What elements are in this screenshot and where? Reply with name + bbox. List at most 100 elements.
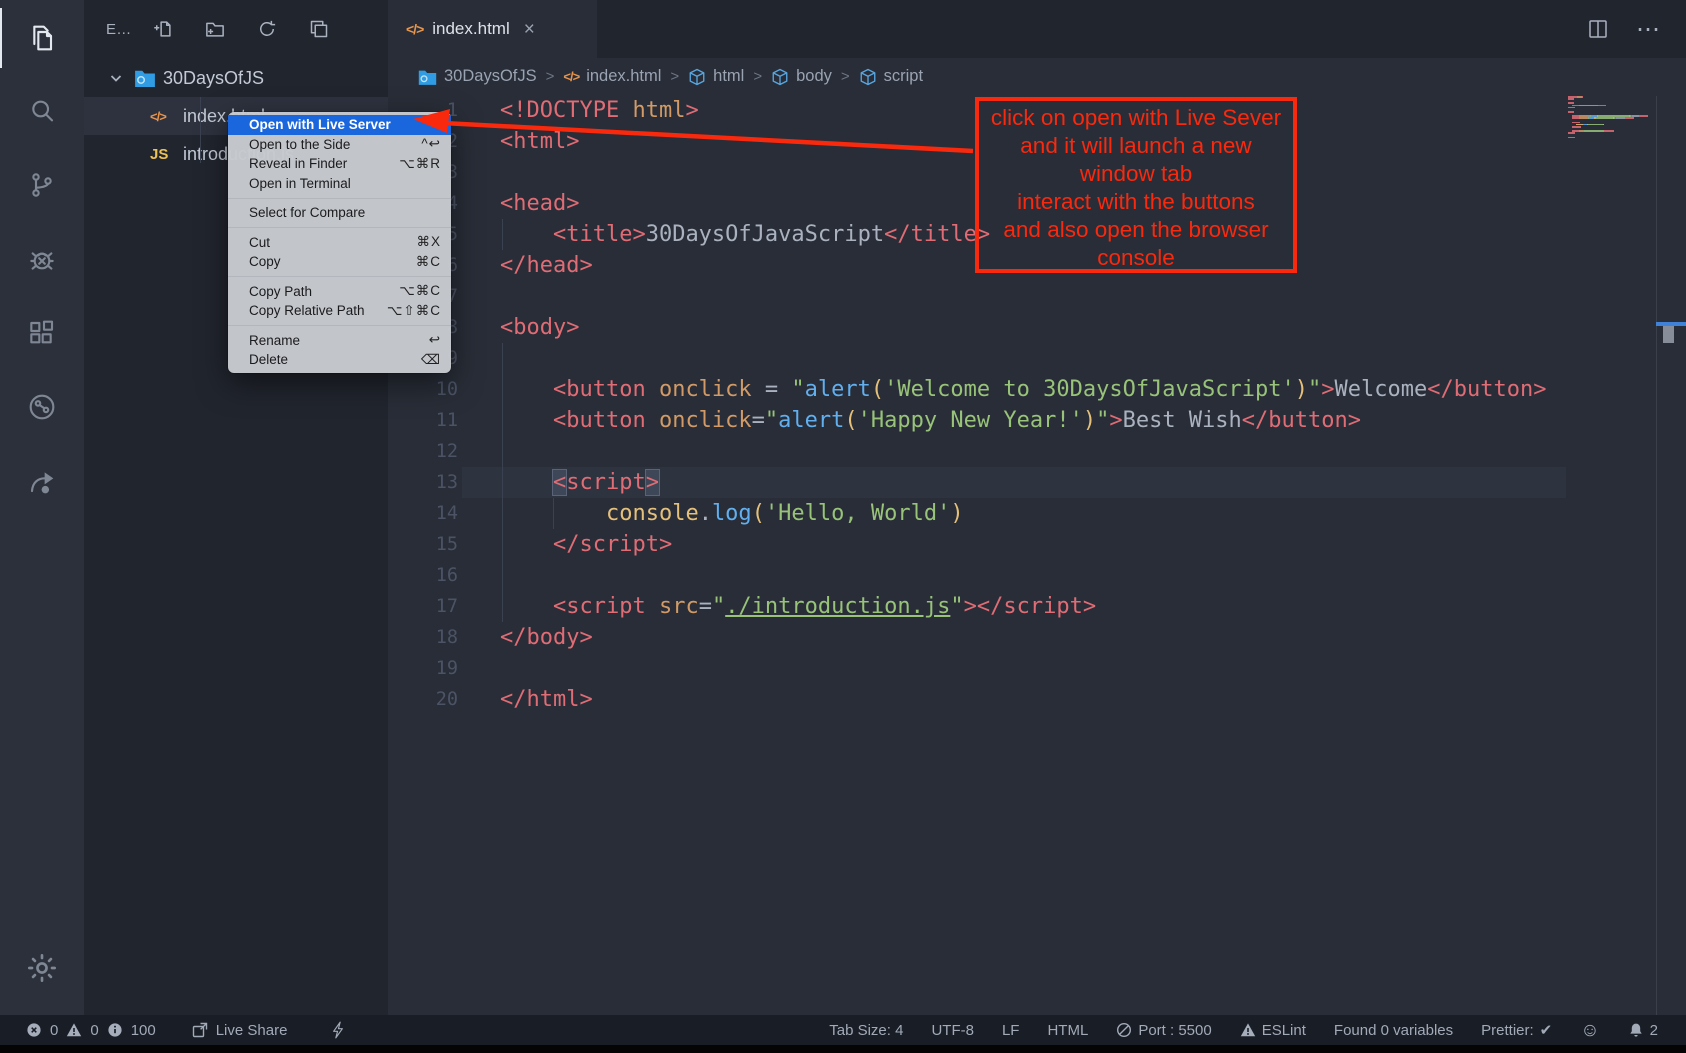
activity-search-icon[interactable] — [0, 81, 84, 141]
menu-item-copy[interactable]: Copy⌘C — [228, 252, 451, 272]
minimap[interactable] — [1568, 96, 1654, 139]
menu-item-reveal-in-finder[interactable]: Reveal in Finder⌥⌘R — [228, 154, 451, 174]
activity-publish-icon[interactable] — [0, 451, 84, 511]
window-bottom-edge — [0, 1045, 1686, 1053]
bell-icon — [1628, 1022, 1644, 1039]
breadcrumb-separator: > — [537, 68, 564, 85]
collapse-all-icon[interactable] — [308, 18, 330, 40]
line-number: 11 — [388, 405, 462, 436]
menu-item-select-for-compare[interactable]: Select for Compare — [228, 203, 451, 223]
menu-item-label: Open to the Side — [249, 137, 350, 152]
code-line-9: 9 — [388, 343, 1686, 374]
minimap-line — [1568, 137, 1654, 139]
menu-item-delete[interactable]: Delete ⌫ — [228, 350, 451, 370]
menu-item-cut[interactable]: Cut⌘X — [228, 233, 451, 253]
menu-item-label: Select for Compare — [249, 205, 365, 220]
line-number: 13 — [388, 467, 462, 498]
menu-item-shortcut: ⌫ — [421, 352, 441, 368]
refresh-icon[interactable] — [256, 18, 278, 40]
annotation-text: console — [979, 244, 1293, 272]
new-folder-icon[interactable] — [204, 18, 226, 40]
activity-extensions-icon[interactable] — [0, 303, 84, 363]
code-text: </html> — [500, 684, 593, 715]
breadcrumb-label: script — [884, 67, 923, 86]
port-icon — [1116, 1022, 1132, 1038]
status-tab-size[interactable]: Tab Size: 4 — [829, 1022, 903, 1039]
code-text: </body> — [500, 622, 593, 653]
menu-separator — [228, 276, 451, 277]
breadcrumb-item-30daysofjs[interactable]: 30DaysOfJS — [418, 67, 537, 86]
explorer-header: E… — [84, 12, 388, 46]
menu-item-open-to-the-side[interactable]: Open to the Side^↩ — [228, 135, 451, 155]
menu-item-shortcut: ⌥⌘C — [399, 283, 441, 299]
status-eslint[interactable]: ESLint — [1240, 1022, 1306, 1039]
menu-item-label: Reveal in Finder — [249, 156, 347, 171]
tab-index-html[interactable]: </> index.html × — [388, 0, 597, 58]
breadcrumb-item-html[interactable]: html — [688, 67, 744, 86]
menu-item-open-in-terminal[interactable]: Open in Terminal — [228, 174, 451, 194]
code-text: <script> — [500, 467, 659, 498]
activity-run-debug-icon[interactable] — [0, 229, 84, 289]
overview-ruler-border — [1656, 96, 1657, 1015]
code-text: <button onclick = "alert('Welcome to 30D… — [500, 374, 1546, 405]
status-label: 2 — [1650, 1022, 1658, 1039]
status-label: UTF-8 — [931, 1022, 974, 1039]
activity-live-share-icon[interactable] — [0, 377, 84, 437]
activity-explorer-icon[interactable] — [0, 8, 84, 68]
menu-item-copy-relative-path[interactable]: Copy Relative Path⌥⇧⌘C — [228, 301, 451, 321]
menu-separator — [228, 325, 451, 326]
code-text: <head> — [500, 188, 579, 219]
warning-icon — [66, 1022, 82, 1038]
status-eol[interactable]: LF — [1002, 1022, 1020, 1039]
status-variables[interactable]: Found 0 variables — [1334, 1022, 1453, 1039]
menu-item-label: Delete — [249, 352, 288, 367]
status-label: 0 — [90, 1022, 98, 1039]
code-text: console.log('Hello, World') — [500, 498, 964, 529]
status-feedback[interactable]: ☺ — [1580, 1021, 1599, 1040]
breadcrumb-item-script[interactable]: script — [859, 67, 923, 86]
menu-item-label: Copy Path — [249, 284, 312, 299]
code-text: <!DOCTYPE html> — [500, 95, 699, 126]
code-line-14: 14 console.log('Hello, World') — [388, 498, 1686, 529]
line-number: 16 — [388, 560, 462, 591]
menu-item-rename[interactable]: Rename↩ — [228, 331, 451, 351]
breadcrumb: 30DaysOfJS></>index.html>html>body>scrip… — [388, 58, 1686, 95]
folder-icon — [134, 69, 156, 87]
split-editor-icon[interactable] — [1586, 17, 1610, 41]
code-line-20: 20</html> — [388, 684, 1686, 715]
activity-bar — [0, 0, 84, 1015]
activity-source-control-icon[interactable] — [0, 155, 84, 215]
warning-icon — [1240, 1022, 1256, 1038]
code-text: </script> — [500, 529, 672, 560]
new-file-icon[interactable] — [152, 18, 174, 40]
code-line-17: 17 <script src="./introduction.js"></scr… — [388, 591, 1686, 622]
status-problems[interactable]: 00100 — [26, 1022, 156, 1039]
smiley-icon: ☺ — [1580, 1021, 1599, 1040]
status-label: 100 — [131, 1022, 156, 1039]
tab-close-icon[interactable]: × — [524, 20, 535, 39]
breadcrumb-item-index.html[interactable]: </>index.html — [563, 67, 661, 86]
status-label: Port : 5500 — [1138, 1022, 1211, 1039]
activity-settings-icon[interactable] — [0, 938, 84, 998]
scrollbar-thumb[interactable] — [1663, 326, 1674, 343]
tree-item-30daysofjs[interactable]: 30DaysOfJS — [84, 59, 388, 97]
status-port[interactable]: Port : 5500 — [1116, 1022, 1211, 1039]
js-icon: JS — [150, 146, 168, 163]
tree-item-label: 30DaysOfJS — [163, 68, 264, 89]
annotation-text: and also open the browser — [979, 216, 1293, 244]
context-menu: Open with Live ServerOpen to the Side^↩R… — [228, 112, 451, 373]
status-bolt[interactable] — [331, 1021, 345, 1039]
menu-item-copy-path[interactable]: Copy Path ⌥⌘C — [228, 282, 451, 302]
menu-item-open-with-live-server[interactable]: Open with Live Server — [228, 115, 451, 135]
more-actions-icon[interactable]: ⋯ — [1636, 15, 1662, 44]
menu-item-label: Copy Relative Path — [249, 303, 365, 318]
menu-item-label: Rename — [249, 333, 300, 348]
status-prettier[interactable]: Prettier:✔ — [1481, 1021, 1552, 1039]
status-encoding[interactable]: UTF-8 — [931, 1022, 974, 1039]
code-line-12: 12 — [388, 436, 1686, 467]
status-language-mode[interactable]: HTML — [1047, 1022, 1088, 1039]
status-live-share[interactable]: Live Share — [192, 1022, 288, 1039]
vscode-window: E… 30DaysOfJS</>index.htmlJSintroduction… — [0, 0, 1686, 1053]
breadcrumb-item-body[interactable]: body — [771, 67, 832, 86]
status-notifications[interactable]: 2 — [1628, 1022, 1658, 1039]
